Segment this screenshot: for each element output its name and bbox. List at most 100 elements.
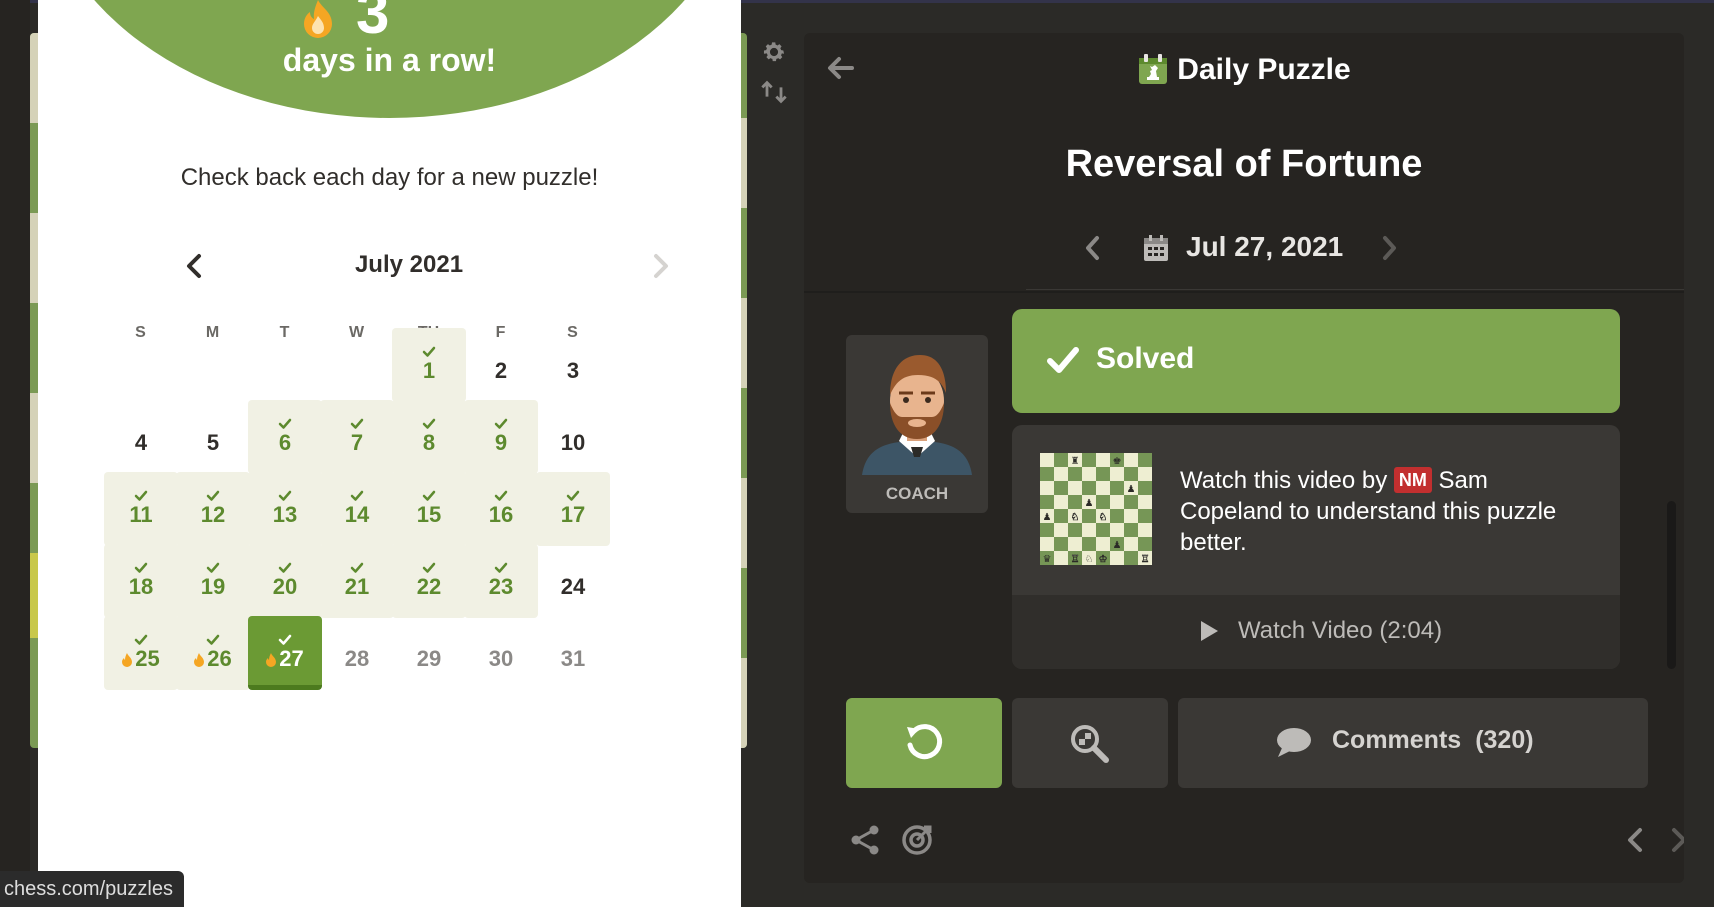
watch-video-button[interactable]: Watch Video (2:04)	[1012, 595, 1620, 669]
panel-title-text: Daily Puzzle	[1177, 53, 1351, 86]
coach-card[interactable]: COACH	[846, 335, 988, 513]
calendar-day[interactable]: 3	[536, 328, 610, 402]
analyze-button[interactable]	[1012, 698, 1168, 788]
calendar-day[interactable]: 18	[104, 544, 178, 618]
target-icon[interactable]	[900, 823, 934, 857]
calendar-day[interactable]: 25	[104, 616, 178, 690]
day-number: 5	[206, 430, 220, 455]
calendar-day[interactable]: 10	[536, 400, 610, 474]
calendar-day[interactable]: 26	[176, 616, 250, 690]
solved-label: Solved	[1096, 342, 1195, 375]
calendar-day[interactable]: 4	[104, 400, 178, 474]
analysis-magnifier-icon	[1071, 725, 1109, 763]
calendar-day[interactable]: 19	[176, 544, 250, 618]
left-gutter	[0, 0, 30, 907]
calendar-day[interactable]: 13	[248, 472, 322, 546]
chevron-left-icon[interactable]	[1624, 823, 1648, 857]
panel-title: Daily Puzzle	[804, 53, 1684, 87]
checkmark-icon	[248, 410, 322, 429]
chevron-right-icon[interactable]	[1376, 233, 1402, 263]
svg-text:♔: ♔	[1099, 554, 1108, 565]
comments-button[interactable]: Comments (320)	[1178, 698, 1648, 788]
day-number: 21	[344, 574, 370, 599]
calendar-day: 30	[464, 616, 538, 690]
checkmark-icon	[320, 554, 394, 573]
checkmark-icon	[320, 482, 394, 501]
calendar-day[interactable]: 11	[104, 472, 178, 546]
calendar-day[interactable]: 22	[392, 544, 466, 618]
checkmark-icon	[104, 554, 178, 573]
header-divider-line	[1026, 289, 1684, 290]
svg-text:♖: ♖	[1141, 554, 1150, 565]
weekday-label: S	[135, 324, 146, 341]
status-url: chess.com/puzzles	[0, 871, 184, 907]
retry-icon	[907, 724, 943, 760]
calendar-day[interactable]: 20	[248, 544, 322, 618]
day-number: 29	[416, 646, 442, 671]
solved-banner: Solved	[1012, 309, 1620, 413]
calendar-day[interactable]: 5	[176, 400, 250, 474]
day-number: 11	[129, 502, 153, 527]
retry-button[interactable]	[846, 698, 1002, 788]
svg-text:♟: ♟	[1043, 512, 1052, 523]
chevron-left-icon[interactable]	[1080, 233, 1106, 263]
nm-title-badge: NM	[1393, 467, 1432, 493]
weekday-label: T	[279, 324, 290, 341]
day-number: 15	[416, 502, 442, 527]
calendar-day[interactable]: 27	[248, 616, 322, 690]
checkmark-icon	[536, 482, 610, 501]
checkmark-icon	[248, 482, 322, 501]
calendar-day: 28	[320, 616, 394, 690]
calendar-day[interactable]: 2	[464, 328, 538, 402]
day-number: 23	[488, 574, 514, 599]
video-thumbnail[interactable]: ♜ ♚ ♟ ♟ ♟ ♛ ♘ ♟ ♘ ♘ ♖ ♔ ♖	[1040, 453, 1152, 565]
checkmark-icon	[104, 626, 178, 645]
calendar-day[interactable]: 8	[392, 400, 466, 474]
daily-puzzle-calendar-icon	[1139, 54, 1168, 84]
checkmark-icon	[176, 626, 250, 645]
puzzle-name: Reversal of Fortune	[1065, 143, 1423, 185]
chevron-right-icon	[654, 254, 668, 278]
svg-text:♟: ♟	[1113, 540, 1122, 551]
day-number: 14	[344, 502, 370, 527]
calendar-day[interactable]: 21	[320, 544, 394, 618]
daily-puzzle-panel: Daily Puzzle Reversal of Fortune Jul 27,…	[804, 33, 1684, 883]
calendar-day[interactable]: 9	[464, 400, 538, 474]
calendar-day[interactable]: 23	[464, 544, 538, 618]
day-number: 13	[272, 502, 298, 527]
checkmark-icon	[248, 626, 322, 645]
streak-modal: 3 days in a row! Check back each day for…	[38, 0, 741, 907]
calendar-day[interactable]: 1	[392, 328, 466, 402]
puzzle-date: Jul 27, 2021	[1186, 231, 1344, 262]
day-number: 17	[560, 502, 586, 527]
day-number: 4	[134, 430, 148, 455]
svg-text:♖: ♖	[1071, 554, 1080, 565]
calendar-day[interactable]: 12	[176, 472, 250, 546]
header-divider	[804, 291, 1684, 293]
checkmark-icon	[392, 482, 466, 501]
calendar-icon[interactable]	[1142, 233, 1170, 263]
flip-board-icon[interactable]	[760, 78, 788, 106]
scrollbar[interactable]	[1667, 501, 1676, 669]
calendar-day[interactable]: 16	[464, 472, 538, 546]
comments-count: (320)	[1475, 726, 1534, 754]
calendar-day[interactable]: 24	[536, 544, 610, 618]
calendar-day[interactable]: 7	[320, 400, 394, 474]
checkmark-icon	[392, 338, 466, 357]
chevron-right-icon[interactable]	[1666, 823, 1684, 857]
gear-icon[interactable]	[760, 38, 788, 66]
checkmark-icon	[176, 482, 250, 501]
day-number: 27	[248, 646, 322, 672]
day-number: 20	[272, 574, 298, 599]
share-icon[interactable]	[848, 823, 882, 857]
calendar-day: 31	[536, 616, 610, 690]
day-number: 18	[128, 574, 154, 599]
day-number: 28	[344, 646, 370, 671]
calendar-day[interactable]: 14	[320, 472, 394, 546]
calendar-day[interactable]: 17	[536, 472, 610, 546]
day-number: 30	[488, 646, 514, 671]
comment-bubble-icon	[1277, 728, 1311, 757]
calendar-day[interactable]: 6	[248, 400, 322, 474]
check-back-message: Check back each day for a new puzzle!	[180, 164, 599, 191]
calendar-day[interactable]: 15	[392, 472, 466, 546]
